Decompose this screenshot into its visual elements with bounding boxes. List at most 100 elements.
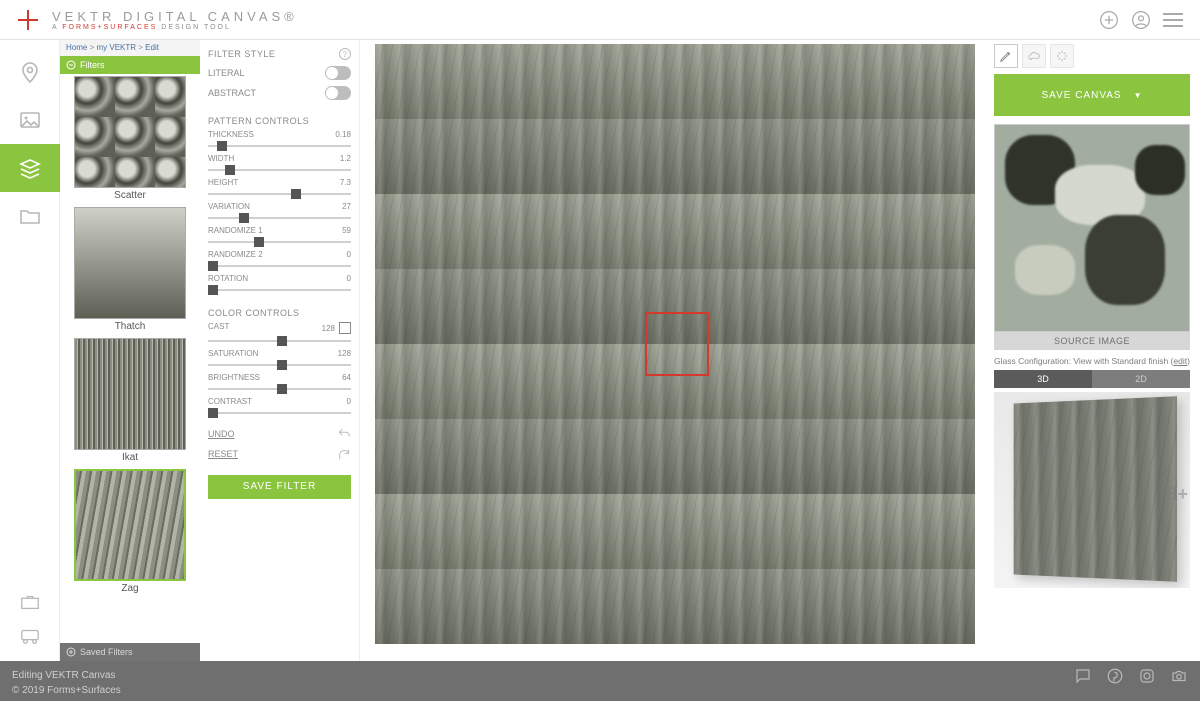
glass-config-suffix: ) [1187,356,1190,366]
source-image[interactable] [994,124,1190,332]
footer-instagram-icon[interactable] [1138,667,1156,685]
glass-config-edit-link[interactable]: edit [1173,356,1187,366]
undo-button[interactable]: UNDO [208,427,351,441]
slider-value: 7.3 [340,178,351,187]
tool-rail [0,40,60,661]
filter-controls: FILTER STYLE ? LITERAL ABSTRACT PATTERN … [200,40,359,661]
pattern-slider-randomize-1[interactable]: RANDOMIZE 1 59 [208,226,351,248]
footer-chat-icon[interactable] [1074,667,1092,685]
pattern-slider-width[interactable]: WIDTH1.2 [208,154,351,176]
slider-knob[interactable] [208,261,218,271]
slider-value: 0 [347,274,351,283]
rail-layers-icon[interactable] [0,144,60,192]
slider-track[interactable] [208,236,351,248]
filter-thumb-ikat[interactable]: Ikat [74,338,186,467]
add-icon[interactable] [1098,9,1120,31]
slider-knob[interactable] [277,360,287,370]
slider-knob[interactable] [277,384,287,394]
slider-track[interactable] [208,140,351,152]
preview-pencil-icon[interactable] [994,44,1018,68]
slider-track[interactable] [208,284,351,296]
pattern-slider-height[interactable]: HEIGHT7.3 [208,178,351,200]
slider-value: 0 [347,397,351,406]
slider-knob[interactable] [225,165,235,175]
tab-2d[interactable]: 2D [1092,370,1190,388]
app-subtitle: A FORMS+SURFACES DESIGN TOOL [52,24,298,31]
left-column: Home > my VEKTR > Edit Filters ScatterTh… [60,40,360,661]
slider-track[interactable] [208,212,351,224]
filter-thumb-list[interactable]: ScatterThatchIkatZag [60,74,200,600]
slider-knob[interactable] [208,285,218,295]
filter-thumb-image [74,338,186,450]
crumb-edit[interactable]: Edit [145,43,159,52]
crumb-myvektr[interactable]: my VEKTR [96,43,136,52]
preview-cloud-icon[interactable] [1022,44,1046,68]
info-icon[interactable]: ? [339,48,351,60]
slider-track[interactable] [208,407,351,419]
undo-label: UNDO [208,429,235,439]
slider-knob[interactable] [217,141,227,151]
slider-value: 1.2 [340,154,351,163]
pattern-slider-variation[interactable]: VARIATION27 [208,202,351,224]
tab-3d[interactable]: 3D [994,370,1092,388]
rail-folder-icon[interactable] [0,192,60,240]
literal-toggle[interactable] [325,66,351,80]
main-canvas[interactable] [375,44,975,644]
color-slider-cast[interactable]: CAST 128 [208,322,351,347]
filter-thumb-image [74,76,186,188]
preview-effects-icon[interactable] [1050,44,1074,68]
rail-location-icon[interactable] [0,48,60,96]
filter-thumb-zag[interactable]: Zag [74,469,186,598]
rail-transport-icon[interactable] [0,619,60,653]
slider-track[interactable] [208,335,351,347]
filter-thumb-scatter[interactable]: Scatter [74,76,186,205]
color-slider-brightness[interactable]: BRIGHTNESS64 [208,373,351,395]
footer-copyright: © 2019 Forms+Surfaces [12,685,121,696]
slider-value: 128 [322,324,335,333]
save-filter-button[interactable]: SAVE FILTER [208,475,351,499]
slider-knob[interactable] [291,189,301,199]
minus-icon [66,60,76,70]
slider-knob[interactable] [254,237,264,247]
filter-thumb-thatch[interactable]: Thatch [74,207,186,336]
filter-style-title: FILTER STYLE ? [208,48,351,60]
slider-track[interactable] [208,164,351,176]
filters-header[interactable]: Filters [60,56,200,74]
save-canvas-button[interactable]: SAVE CANVAS ▼ [994,74,1190,116]
pattern-slider-randomize-2[interactable]: RANDOMIZE 20 [208,250,351,272]
menu-icon[interactable] [1162,9,1184,31]
preview-3d[interactable]: S+ [994,392,1190,588]
slider-value: 0.18 [335,130,351,139]
pattern-controls-title: PATTERN CONTROLS [208,116,351,126]
pattern-slider-thickness[interactable]: THICKNESS0.18 [208,130,351,152]
crumb-home[interactable]: Home [66,43,87,52]
slider-knob[interactable] [277,336,287,346]
abstract-toggle[interactable] [325,86,351,100]
pattern-slider-rotation[interactable]: ROTATION0 [208,274,351,296]
glass-config-text: Glass Configuration: View with Standard … [994,356,1190,366]
slider-track[interactable] [208,188,351,200]
slider-label: CAST [208,322,229,334]
slider-value: 59 [342,226,351,235]
cast-swatch[interactable] [339,322,351,334]
workspace: Home > my VEKTR > Edit Filters ScatterTh… [0,40,1200,661]
rail-briefcase-icon[interactable] [0,585,60,619]
reset-button[interactable]: RESET [208,447,351,461]
canvas-selection[interactable] [645,312,709,376]
slider-label: RANDOMIZE 1 [208,226,263,235]
slider-track[interactable] [208,260,351,272]
slider-track[interactable] [208,359,351,371]
footer-pinterest-icon[interactable] [1106,667,1124,685]
reset-icon [337,447,351,461]
saved-filters-header[interactable]: Saved Filters [60,643,200,661]
color-slider-saturation[interactable]: SATURATION128 [208,349,351,371]
slider-track[interactable] [208,383,351,395]
abstract-label: ABSTRACT [208,88,256,98]
canvas-area [360,40,990,661]
footer-camera-icon[interactable] [1170,667,1188,685]
slider-knob[interactable] [208,408,218,418]
slider-knob[interactable] [239,213,249,223]
rail-image-icon[interactable] [0,96,60,144]
color-slider-contrast[interactable]: CONTRAST0 [208,397,351,419]
account-icon[interactable] [1130,9,1152,31]
